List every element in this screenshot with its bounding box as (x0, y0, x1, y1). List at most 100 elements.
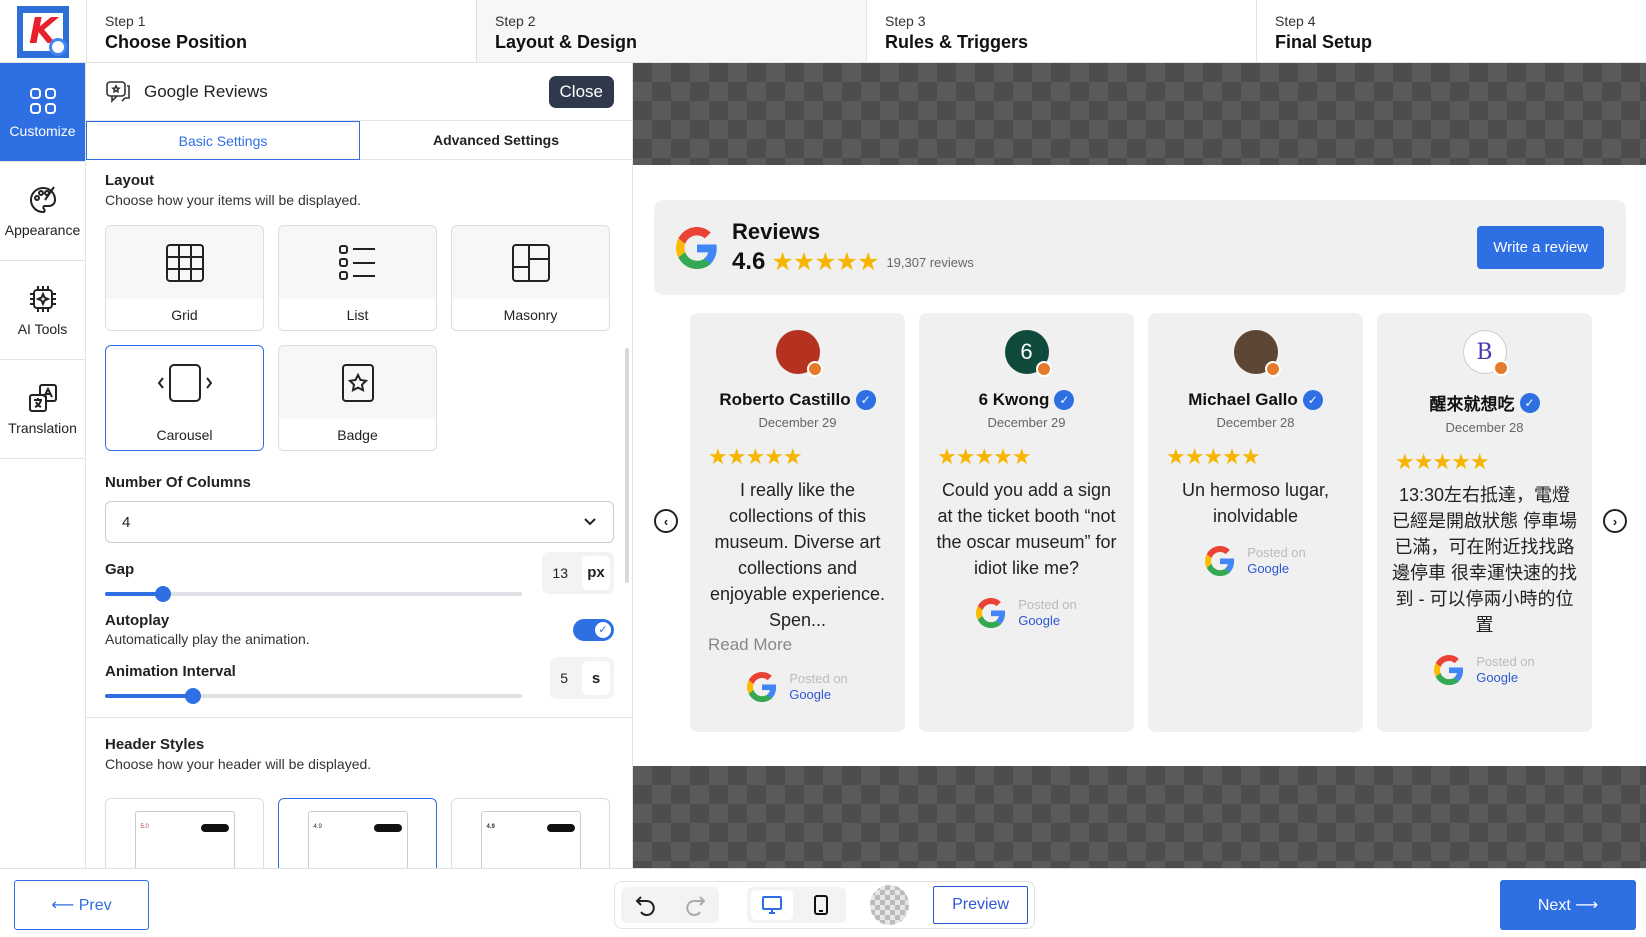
reviews-title: Reviews (732, 219, 821, 244)
interval-input[interactable]: 5 s (550, 657, 614, 699)
step-name: Final Setup (1275, 32, 1373, 52)
step-2[interactable]: Step 2 Layout & Design (476, 0, 866, 62)
verified-icon: ✓ (1302, 390, 1323, 410)
posted-source-link[interactable]: Google (1476, 670, 1535, 686)
panel-title: Google Reviews (144, 81, 268, 101)
header-thumb-rating: 4.9 (313, 824, 322, 830)
top-bar: K Step 1 Choose Position Step 2 Layout &… (0, 0, 1646, 63)
redo-icon[interactable] (683, 893, 707, 917)
app-logo: K (0, 0, 86, 63)
layout-option-badge[interactable]: Badge (278, 345, 437, 451)
autoplay-toggle[interactable]: ✓ (573, 618, 614, 641)
slider-handle[interactable] (155, 586, 172, 602)
settings-panel: Google Reviews Close Basic Settings Adva… (86, 63, 633, 868)
star-rating-icon: ★★★★★ (1395, 449, 1490, 474)
reviews-header: Reviews 4.6 ★★★★★ 19,307 reviews Write a… (654, 200, 1626, 295)
settings-tabs: Basic Settings Advanced Settings (86, 121, 632, 160)
slider-handle[interactable] (184, 687, 201, 704)
posted-on-google: Posted on Google (1434, 654, 1535, 686)
badge-icon (341, 363, 374, 402)
review-card: B 醒來就想吃 ✓ December 28 ★★★★★ 13:30左右抵達，電燈已… (1377, 313, 1592, 732)
columns-select[interactable]: 4 (105, 501, 614, 543)
prev-button[interactable]: ⟵ Prev (14, 880, 149, 930)
mobile-icon (814, 895, 829, 915)
desktop-view-button[interactable] (750, 890, 793, 920)
posted-on-label: Posted on (1247, 545, 1306, 560)
layout-title: Layout (105, 172, 155, 189)
layout-option-list[interactable]: List (278, 225, 437, 331)
nav-appearance[interactable]: Appearance (0, 162, 85, 261)
posted-source-link[interactable]: Google (789, 687, 848, 703)
review-text: Could you add a sign at the ticket booth… (936, 480, 1117, 578)
verified-icon: ✓ (1519, 392, 1540, 413)
gap-slider[interactable] (105, 586, 522, 602)
carousel-prev-icon[interactable]: ‹ (654, 509, 678, 533)
review-text: Un hermoso lugar, inolvidable (1181, 480, 1330, 526)
next-button[interactable]: Next ⟶ (1500, 880, 1636, 930)
nav-customize[interactable]: Customize (0, 63, 85, 162)
background-toggle[interactable] (869, 885, 910, 925)
undo-icon[interactable] (634, 893, 658, 917)
header-style-option-3[interactable]: 4.9 (451, 798, 610, 868)
layout-option-grid[interactable]: Grid (105, 225, 264, 331)
tab-advanced-settings[interactable]: Advanced Settings (360, 121, 632, 160)
layout-option-carousel[interactable]: Carousel (105, 345, 264, 451)
palette-icon (29, 186, 56, 214)
gap-input[interactable]: 13 px (542, 551, 614, 594)
interval-unit: s (582, 661, 610, 695)
avatar: B (1462, 330, 1509, 376)
translate-icon (28, 384, 57, 412)
header-style-options: 5.0 4.9 4.9 (105, 798, 614, 868)
masonry-icon (511, 243, 550, 282)
chip-icon (29, 286, 56, 312)
posted-on-google: Posted on Google (747, 671, 848, 703)
review-count: 19,307 reviews (886, 254, 974, 270)
nav-label: AI Tools (17, 321, 68, 337)
review-date: December 29 (987, 415, 1066, 430)
reviewer-name: Michael Gallo (1188, 390, 1298, 409)
write-review-button[interactable]: Write a review (1477, 226, 1604, 269)
chevron-down-icon (584, 518, 596, 526)
reviewer-name: 6 Kwong (978, 390, 1050, 409)
gap-value: 13 (552, 564, 568, 581)
layout-options: Grid List Masonry Carousel Badge (105, 225, 614, 451)
reviews-widget-icon (106, 80, 130, 103)
average-rating: 4.6 (732, 248, 766, 275)
interval-title: Animation Interval (105, 662, 236, 680)
tab-basic-settings[interactable]: Basic Settings (86, 121, 360, 160)
header-style-option-2[interactable]: 4.9 (278, 798, 437, 868)
nav-translation[interactable]: Translation (0, 360, 85, 459)
close-button[interactable]: Close (548, 75, 614, 108)
mobile-view-button[interactable] (800, 890, 842, 920)
carousel-next-icon[interactable]: › (1603, 509, 1627, 533)
nav-label: Appearance (4, 222, 81, 238)
preview-canvas: Reviews 4.6 ★★★★★ 19,307 reviews Write a… (633, 63, 1646, 868)
columns-value: 4 (122, 513, 131, 531)
step-1[interactable]: Step 1 Choose Position (86, 0, 476, 62)
gap-unit: px (582, 555, 610, 590)
avatar-initial: 6 (1020, 339, 1033, 364)
interval-slider[interactable] (105, 687, 522, 704)
customize-icon (29, 88, 56, 114)
review-cards: Roberto Castillo ✓ December 29 ★★★★★ I re… (690, 313, 1592, 732)
read-more-link[interactable]: Read More (708, 635, 792, 655)
header-style-option-1[interactable]: 5.0 (105, 798, 264, 868)
layout-option-masonry[interactable]: Masonry (451, 225, 610, 331)
verified-icon: ✓ (1054, 390, 1075, 410)
star-rating-icon: ★★★★★ (937, 444, 1032, 469)
step-3[interactable]: Step 3 Rules & Triggers (866, 0, 1256, 62)
posted-source-link[interactable]: Google (1247, 561, 1306, 577)
desktop-icon (761, 896, 782, 914)
nav-ai-tools[interactable]: AI Tools (0, 261, 85, 360)
step-name: Rules & Triggers (885, 32, 1029, 52)
review-card: Roberto Castillo ✓ December 29 ★★★★★ I re… (690, 313, 905, 732)
posted-source-link[interactable]: Google (1018, 613, 1077, 629)
review-card: Michael Gallo ✓ December 28 ★★★★★ Un herm… (1148, 313, 1363, 732)
preview-button[interactable]: Preview (933, 886, 1028, 924)
avatar (1233, 330, 1281, 377)
nav-label: Translation (8, 420, 77, 436)
panel-scrollbar[interactable] (625, 348, 629, 583)
step-4[interactable]: Step 4 Final Setup (1256, 0, 1646, 62)
left-nav: Customize Appearance AI Tools Translatio… (0, 63, 86, 868)
review-date: December 29 (758, 415, 837, 430)
